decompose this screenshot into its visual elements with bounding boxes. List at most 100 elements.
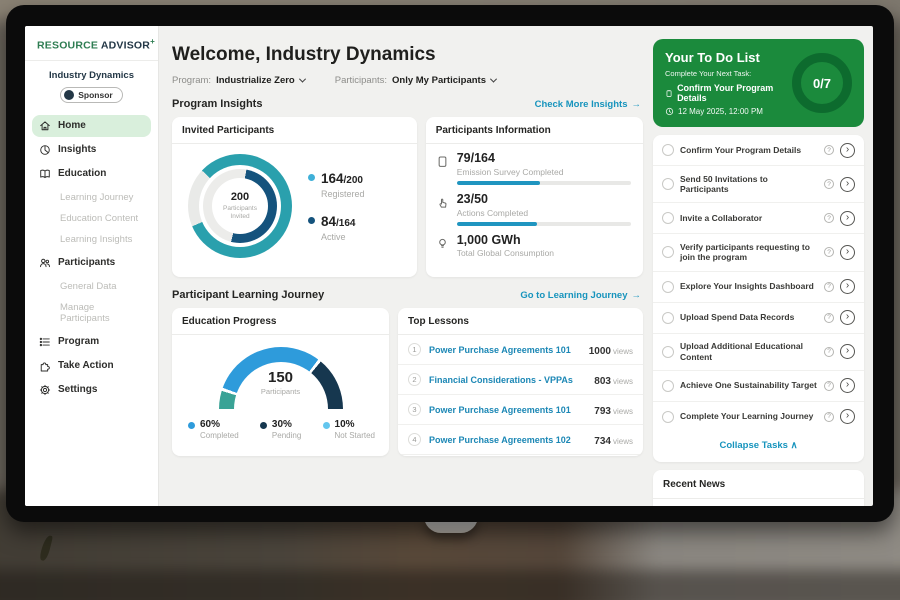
- views-count: 1000: [589, 346, 611, 357]
- sidebar-item-insights[interactable]: Insights: [32, 139, 151, 161]
- sidebar-item-take-action[interactable]: Take Action: [32, 355, 151, 377]
- legend-completed: 60%Completed: [188, 419, 239, 440]
- task-checkbox[interactable]: [662, 212, 674, 224]
- participants-information-card: Participants Information 79/164 Emission…: [426, 117, 643, 277]
- legend-pct: 30%: [272, 419, 301, 430]
- task-row: Upload Spend Data Records ? ›: [653, 303, 864, 334]
- task-row: Confirm Your Program Details ? ›: [653, 135, 864, 166]
- sidebar-item-label: Participants: [58, 257, 115, 268]
- sponsor-badge[interactable]: Sponsor: [60, 87, 122, 103]
- chevron-right-icon[interactable]: ›: [840, 310, 855, 325]
- todo-next-task[interactable]: Confirm Your Program Details: [665, 83, 792, 103]
- legend-pct: 60%: [200, 419, 239, 430]
- clock-icon: [665, 107, 674, 116]
- rank-badge: 2: [408, 373, 421, 386]
- stat-label: Actions Completed: [457, 208, 631, 218]
- task-checkbox[interactable]: [662, 178, 674, 190]
- lesson-row: 5 Power Purchase Agreements 103 600views: [398, 455, 643, 456]
- rank-badge: 3: [408, 403, 421, 416]
- invited-legend: 164/200 Registered 84/164 Active: [308, 170, 365, 242]
- sidebar-item-participants[interactable]: Participants: [32, 252, 151, 274]
- gear-icon: [39, 384, 51, 396]
- program-dropdown[interactable]: Program: Industrialize Zero: [172, 75, 305, 86]
- sidebar-item-label: Insights: [58, 144, 96, 155]
- info-icon[interactable]: ?: [824, 247, 834, 257]
- chevron-right-icon[interactable]: ›: [840, 344, 855, 359]
- info-icon[interactable]: ?: [824, 347, 834, 357]
- sidebar: RESOURCE ADVISOR+ Industry Dynamics Spon…: [25, 26, 159, 506]
- info-icon[interactable]: ?: [824, 381, 834, 391]
- sidebar-item-education-content[interactable]: Education Content: [32, 208, 151, 229]
- sidebar-item-home[interactable]: Home: [32, 115, 151, 137]
- chevron-right-icon[interactable]: ›: [840, 378, 855, 393]
- info-icon[interactable]: ?: [824, 313, 834, 323]
- registered-total: /200: [344, 175, 363, 186]
- lesson-link[interactable]: Power Purchase Agreements 101: [429, 345, 581, 355]
- sidebar-item-education[interactable]: Education: [32, 163, 151, 185]
- sidebar-item-learning-insights[interactable]: Learning Insights: [32, 229, 151, 250]
- info-icon[interactable]: ?: [824, 179, 834, 189]
- task-label: Upload Additional Educational Content: [680, 341, 818, 362]
- views-count: 803: [594, 376, 611, 387]
- lesson-link[interactable]: Power Purchase Agreements 101: [429, 405, 586, 415]
- task-checkbox[interactable]: [662, 246, 674, 258]
- lesson-link[interactable]: Financial Considerations - VPPAs: [429, 375, 586, 385]
- sidebar-item-label: Education: [58, 168, 106, 179]
- task-checkbox[interactable]: [662, 281, 674, 293]
- brand-primary: RESOURCE: [37, 40, 98, 52]
- sidebar-item-manage-participants[interactable]: Manage Participants: [32, 297, 151, 329]
- chevron-right-icon[interactable]: ›: [840, 409, 855, 424]
- invited-chart-area: 200 Participants Invited 164/200 Registe…: [172, 144, 417, 266]
- clipboard-icon: [665, 89, 673, 98]
- rank-badge: 4: [408, 433, 421, 446]
- sidebar-item-settings[interactable]: Settings: [32, 379, 151, 401]
- insights-cards-row: Invited Participants 200 Participants In…: [172, 117, 643, 277]
- legend-pct: 10%: [335, 419, 375, 430]
- task-checkbox[interactable]: [662, 346, 674, 358]
- filter-bar: Program: Industrialize Zero Participants…: [172, 75, 643, 86]
- task-label: Explore Your Insights Dashboard: [680, 281, 818, 292]
- go-to-learning-journey-link[interactable]: Go to Learning Journey →: [520, 290, 641, 301]
- todo-subtitle: Complete Your Next Task:: [665, 69, 792, 78]
- lesson-link[interactable]: Power Purchase Agreements 102: [429, 435, 586, 445]
- stat-value: 1,000 GWh: [457, 234, 554, 248]
- sidebar-item-label: Take Action: [58, 360, 114, 371]
- chevron-right-icon[interactable]: ›: [840, 245, 855, 260]
- education-gauge-chart: 150 Participants: [219, 347, 343, 409]
- legend-pending: 30%Pending: [260, 419, 301, 440]
- chevron-right-icon[interactable]: ›: [840, 177, 855, 192]
- legend-label: Completed: [200, 431, 239, 440]
- brand-logo: RESOURCE ADVISOR+: [25, 26, 158, 61]
- collapse-tasks-link[interactable]: Collapse Tasks ∧: [653, 432, 864, 460]
- info-icon[interactable]: ?: [824, 282, 834, 292]
- task-checkbox[interactable]: [662, 411, 674, 423]
- task-checkbox[interactable]: [662, 312, 674, 324]
- views-suffix: views: [613, 347, 633, 356]
- actions-icon: [436, 196, 449, 209]
- sidebar-item-program[interactable]: Program: [32, 331, 151, 353]
- completed-dot-icon: [188, 422, 195, 429]
- registered-label: Registered: [321, 189, 365, 199]
- brand-secondary: ADVISOR: [101, 40, 150, 52]
- participants-label: Participants:: [335, 75, 387, 86]
- program-value: Industrialize Zero: [216, 75, 295, 86]
- task-checkbox[interactable]: [662, 144, 674, 156]
- task-checkbox[interactable]: [662, 380, 674, 392]
- participants-dropdown[interactable]: Participants: Only My Participants: [335, 75, 496, 86]
- page-title: Welcome, Industry Dynamics: [172, 44, 643, 66]
- sponsor-icon: [64, 90, 74, 100]
- sidebar-item-learning-journey[interactable]: Learning Journey: [32, 187, 151, 208]
- chevron-right-icon[interactable]: ›: [840, 211, 855, 226]
- chevron-right-icon[interactable]: ›: [840, 143, 855, 158]
- check-more-insights-link[interactable]: Check More Insights →: [535, 99, 641, 110]
- collapse-caret-icon: ∧: [791, 440, 798, 451]
- task-label: Complete Your Learning Journey: [680, 411, 818, 422]
- sidebar-item-general-data[interactable]: General Data: [32, 276, 151, 297]
- info-icon[interactable]: ?: [824, 412, 834, 422]
- chevron-right-icon[interactable]: ›: [840, 279, 855, 294]
- dashboard-screen: RESOURCE ADVISOR+ Industry Dynamics Spon…: [25, 26, 873, 506]
- learning-cards-row: Education Progress 150 Participants 60%C…: [172, 308, 643, 456]
- task-row: Complete Your Learning Journey ? ›: [653, 402, 864, 432]
- info-icon[interactable]: ?: [824, 145, 834, 155]
- info-icon[interactable]: ?: [824, 213, 834, 223]
